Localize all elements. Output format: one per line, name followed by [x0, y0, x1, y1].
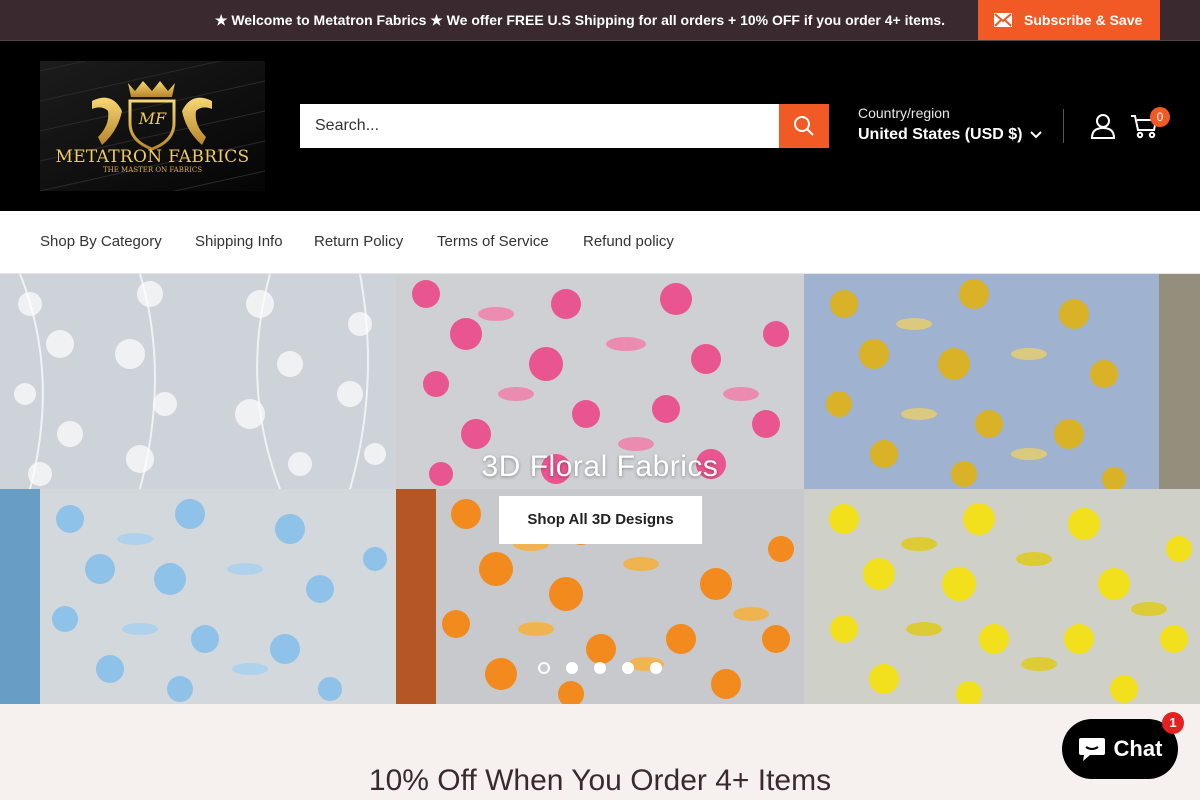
hero-slideshow[interactable]: 3D Floral Fabrics Shop All 3D Designs [0, 274, 1200, 704]
slide-dot-4[interactable] [622, 662, 634, 674]
cart-count-badge: 0 [1150, 107, 1170, 127]
search-input[interactable] [300, 104, 779, 148]
hero-title: 3D Floral Fabrics [481, 450, 719, 483]
nav-item-terms-of-service[interactable]: Terms of Service [437, 211, 549, 273]
search-button[interactable] [779, 104, 829, 148]
mail-icon [994, 13, 1012, 27]
promo-heading: 10% Off When You Order 4+ Items [368, 764, 832, 797]
search-bar [300, 104, 829, 148]
slide-dot-2[interactable] [566, 662, 578, 674]
country-value: United States (USD $) [858, 126, 1023, 143]
subscribe-label: Subscribe & Save [1024, 12, 1143, 28]
site-header: MF METATRON FABRICS THE MASTER ON FABRIC… [0, 41, 1200, 211]
main-nav: Shop By Category Shipping Info Return Po… [0, 211, 1200, 274]
slide-dot-3[interactable] [594, 662, 606, 674]
subscribe-button[interactable]: Subscribe & Save [978, 0, 1160, 40]
slideshow-dots [538, 662, 668, 676]
chat-bubble-icon [1078, 738, 1105, 761]
search-icon [794, 116, 814, 136]
logo-tagline: THE MASTER ON FABRICS [102, 166, 203, 174]
chat-button[interactable]: Chat [1062, 719, 1178, 779]
nav-item-shop-by-category[interactable]: Shop By Category [40, 211, 162, 273]
logo-monogram: MF [138, 109, 167, 128]
hero-tile-blue-lace [0, 489, 396, 704]
country-selector[interactable]: Country/region United States (USD $) [858, 105, 1043, 144]
site-logo[interactable]: MF METATRON FABRICS THE MASTER ON FABRIC… [40, 61, 265, 191]
hero-shop-button[interactable]: Shop All 3D Designs [499, 496, 702, 544]
chevron-down-icon [1030, 131, 1043, 139]
slide-dot-5[interactable] [650, 662, 662, 674]
nav-item-refund-policy[interactable]: Refund policy [583, 211, 674, 273]
nav-item-return-policy[interactable]: Return Policy [314, 211, 403, 273]
logo-brand-text: METATRON FABRICS [55, 147, 250, 167]
chat-notification-badge: 1 [1162, 712, 1184, 734]
nav-item-shipping-info[interactable]: Shipping Info [195, 211, 283, 273]
chat-label: Chat [1113, 736, 1163, 761]
slide-dot-1[interactable] [538, 662, 550, 674]
country-label: Country/region [858, 105, 950, 121]
announcement-bar: ★ Welcome to Metatron Fabrics ★ We offer… [0, 0, 1200, 41]
account-icon[interactable] [1091, 113, 1115, 139]
hero-tile-yellow-lace [804, 489, 1200, 704]
header-divider [1063, 109, 1064, 143]
